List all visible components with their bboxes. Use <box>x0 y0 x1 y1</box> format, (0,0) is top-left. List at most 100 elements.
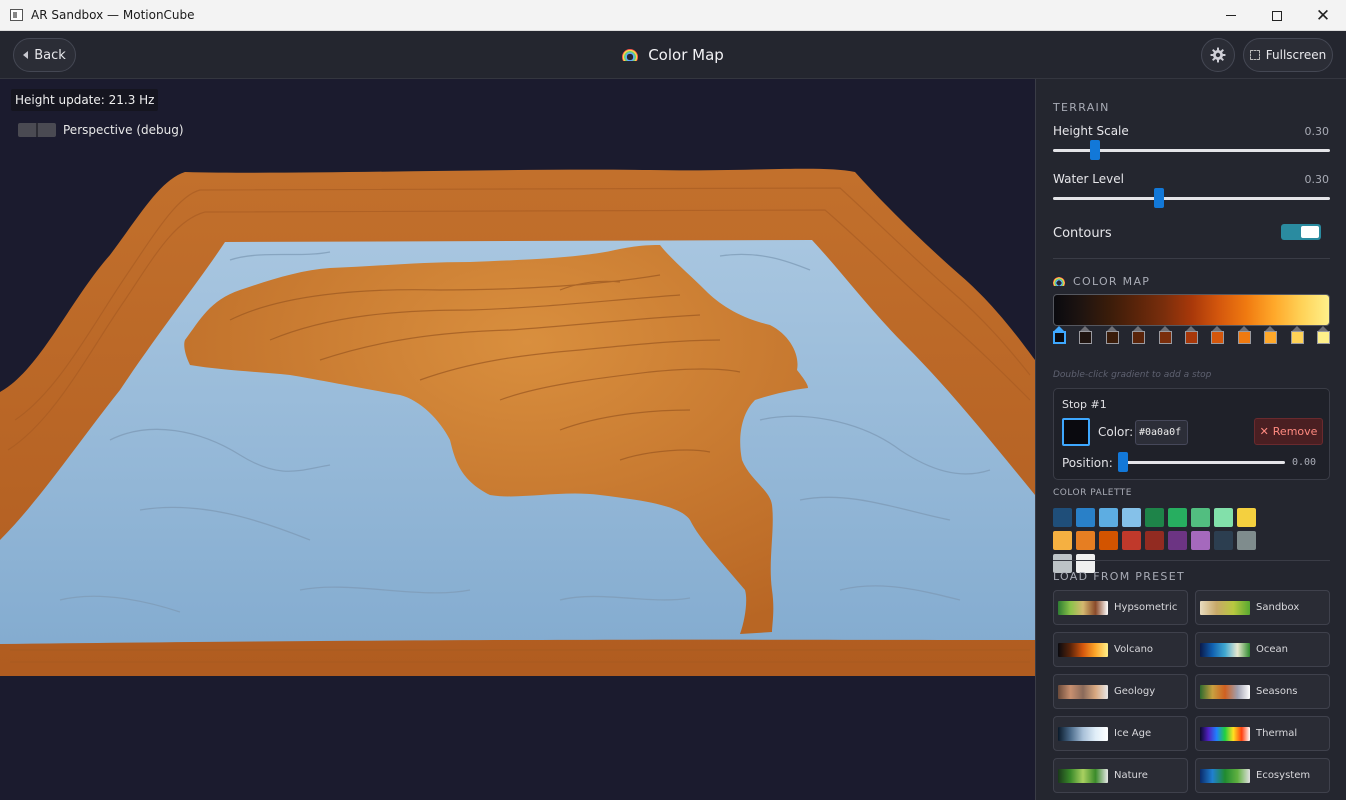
fullscreen-label: Fullscreen <box>1265 48 1327 62</box>
terrain-viewport[interactable]: Height update: 21.3 Hz Perspective (debu… <box>0 79 1035 800</box>
stop-marker-swatch <box>1237 331 1251 344</box>
palette-swatch[interactable] <box>1122 508 1141 527</box>
remove-stop-label: Remove <box>1272 425 1318 438</box>
stop-marker-swatch <box>1105 331 1119 344</box>
preset-label: Geology <box>1114 686 1156 697</box>
palette-swatch[interactable] <box>1076 531 1095 550</box>
palette-swatch[interactable] <box>1237 508 1256 527</box>
stop-position-value: 0.00 <box>1292 457 1317 468</box>
color-map-section-label: COLOR MAP <box>1053 275 1150 288</box>
height-scale-thumb[interactable] <box>1090 140 1101 160</box>
page-title: Color Map <box>0 31 1346 79</box>
palette-swatch[interactable] <box>1214 508 1233 527</box>
water-level-slider[interactable] <box>1053 188 1330 208</box>
stop-position-thumb[interactable] <box>1118 452 1128 472</box>
palette-swatch[interactable] <box>1168 508 1187 527</box>
palette-swatch[interactable] <box>1145 508 1164 527</box>
gradient-stop-marker[interactable] <box>1079 326 1093 345</box>
gradient-stop-marker[interactable] <box>1317 326 1330 345</box>
preset-label: Nature <box>1114 770 1148 781</box>
preset-button-hypsometric[interactable]: Hypsometric <box>1053 590 1188 625</box>
preset-button-ocean[interactable]: Ocean <box>1195 632 1330 667</box>
preset-label: Sandbox <box>1256 602 1300 613</box>
settings-sidebar: TERRAIN Height Scale 0.30 Water Level 0.… <box>1035 79 1346 800</box>
gradient-stop-marker[interactable] <box>1211 326 1225 345</box>
preset-label: Ocean <box>1256 644 1288 655</box>
contours-toggle[interactable] <box>1281 224 1321 240</box>
palette-swatch[interactable] <box>1099 508 1118 527</box>
height-update-badge: Height update: 21.3 Hz <box>11 89 159 111</box>
preset-gradient-preview <box>1200 726 1250 741</box>
preset-button-geology[interactable]: Geology <box>1053 674 1188 709</box>
palette-swatch[interactable] <box>1053 531 1072 550</box>
back-button[interactable]: Back <box>13 38 76 72</box>
color-palette-label: COLOR PALETTE <box>1053 488 1132 498</box>
stop-color-swatch[interactable] <box>1062 418 1090 446</box>
gradient-stop-marker[interactable] <box>1053 326 1066 345</box>
palette-swatch[interactable] <box>1122 531 1141 550</box>
close-button[interactable]: ✕ <box>1300 0 1346 31</box>
gradient-stop-marker[interactable] <box>1185 326 1198 345</box>
perspective-debug-row[interactable]: Perspective (debug) <box>18 123 184 137</box>
palette-swatch[interactable] <box>1191 508 1210 527</box>
terrain-render <box>0 168 1035 676</box>
stop-position-slider[interactable] <box>1118 452 1285 472</box>
preset-label: Volcano <box>1114 644 1154 655</box>
preset-button-sandbox[interactable]: Sandbox <box>1195 590 1330 625</box>
back-arrow-icon <box>23 51 29 59</box>
preset-label: Hypsometric <box>1114 602 1178 613</box>
palette-swatch[interactable] <box>1191 531 1210 550</box>
palette-swatch[interactable] <box>1214 531 1233 550</box>
preset-grid: Hypsometric Sandbox Volcano Ocean Geology Sea… <box>1053 590 1331 793</box>
preset-gradient-preview <box>1058 684 1108 699</box>
gradient-stop-marker[interactable] <box>1290 326 1304 345</box>
gradient-stop-marker[interactable] <box>1105 326 1119 345</box>
preset-button-ice-age[interactable]: Ice Age <box>1053 716 1188 751</box>
back-button-label: Back <box>34 47 66 63</box>
color-map-section-text: COLOR MAP <box>1073 275 1151 288</box>
stop-editor: Stop #1 Color: #0a0a0f ✕ Remove Position… <box>1053 388 1330 480</box>
divider <box>1053 560 1330 561</box>
palette-swatch[interactable] <box>1099 531 1118 550</box>
rainbow-icon <box>622 49 639 61</box>
stop-marker-swatch <box>1211 331 1225 344</box>
gear-icon <box>1210 47 1226 63</box>
preset-gradient-preview <box>1200 600 1250 615</box>
minimize-button[interactable] <box>1208 0 1254 31</box>
stop-hex-input[interactable]: #0a0a0f <box>1135 420 1188 445</box>
palette-swatch[interactable] <box>1168 531 1187 550</box>
fullscreen-button[interactable]: Fullscreen <box>1243 38 1333 72</box>
preset-button-thermal[interactable]: Thermal <box>1195 716 1330 751</box>
gradient-stop-marker[interactable] <box>1132 326 1146 345</box>
perspective-toggle[interactable] <box>18 123 56 137</box>
gradient-stop-marker[interactable] <box>1158 326 1172 345</box>
height-scale-label: Height Scale <box>1053 124 1129 138</box>
palette-swatch[interactable] <box>1053 508 1072 527</box>
stop-color-label: Color: <box>1098 425 1134 439</box>
preset-button-seasons[interactable]: Seasons <box>1195 674 1330 709</box>
preset-label: Ice Age <box>1114 728 1152 739</box>
minimize-icon <box>1226 15 1236 16</box>
preset-button-ecosystem[interactable]: Ecosystem <box>1195 758 1330 793</box>
height-scale-slider[interactable] <box>1053 140 1330 160</box>
stop-marker-swatch <box>1053 331 1066 344</box>
preset-button-nature[interactable]: Nature <box>1053 758 1188 793</box>
palette-swatch[interactable] <box>1076 508 1095 527</box>
color-map-gradient[interactable] <box>1053 294 1330 326</box>
window-title: AR Sandbox — MotionCube <box>31 8 195 22</box>
stop-marker-swatch <box>1158 331 1172 344</box>
divider <box>1053 258 1330 259</box>
palette-swatch[interactable] <box>1145 531 1164 550</box>
gradient-stop-marker[interactable] <box>1264 326 1278 345</box>
perspective-label: Perspective (debug) <box>63 123 184 137</box>
gradient-stop-marker[interactable] <box>1237 326 1251 345</box>
height-scale-value: 0.30 <box>1304 125 1330 138</box>
water-level-thumb[interactable] <box>1154 188 1165 208</box>
settings-button[interactable] <box>1201 38 1235 72</box>
remove-stop-button[interactable]: ✕ Remove <box>1254 418 1323 445</box>
preset-button-volcano[interactable]: Volcano <box>1053 632 1188 667</box>
stop-marker-swatch <box>1317 331 1330 344</box>
maximize-icon <box>1272 10 1282 21</box>
maximize-button[interactable] <box>1254 0 1300 31</box>
palette-swatch[interactable] <box>1237 531 1256 550</box>
